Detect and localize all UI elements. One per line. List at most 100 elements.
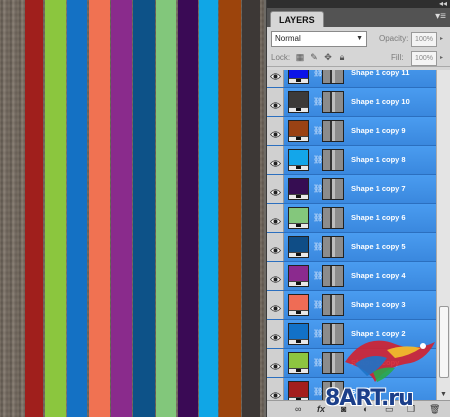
eye-icon	[269, 70, 282, 80]
mask-shape	[332, 70, 335, 83]
visibility-toggle[interactable]	[267, 320, 284, 348]
layer-row[interactable]: ⛓︎ Shape 1 copy 10	[267, 88, 436, 117]
fx-icon[interactable]: fx	[317, 404, 325, 414]
swatch-marker	[296, 369, 301, 372]
layer-name[interactable]: Shape 1 copy 5	[351, 233, 406, 261]
link-icon[interactable]: ∞	[295, 404, 301, 414]
visibility-toggle[interactable]	[267, 349, 284, 377]
layer-row[interactable]: ⛓︎ Shape 1 copy 5	[267, 233, 436, 262]
visibility-toggle[interactable]	[267, 117, 284, 145]
layer-name[interactable]: Shape 1 copy 8	[351, 146, 406, 174]
eye-icon	[269, 387, 282, 399]
panel-tab-row: LAYERS ▾≡	[267, 8, 450, 27]
swatch-marker	[296, 282, 301, 285]
stripe	[89, 0, 110, 417]
vector-mask-thumbnail[interactable]	[322, 207, 344, 229]
visibility-toggle[interactable]	[267, 204, 284, 232]
swatch-bar	[289, 78, 308, 83]
document-canvas[interactable]	[0, 0, 264, 417]
stripe	[133, 0, 155, 417]
layer-fill-swatch[interactable]	[288, 178, 309, 200]
stripe	[178, 0, 198, 417]
layer-fill-swatch[interactable]	[288, 120, 309, 142]
lock-all-icon[interactable]: 🔒︎	[337, 52, 347, 62]
blend-options-row: Normal ▼ Opacity: 100% ▸	[267, 29, 450, 49]
lock-transparency-icon[interactable]: ▦	[295, 52, 305, 62]
layer-fill-swatch[interactable]	[288, 207, 309, 229]
opacity-field[interactable]: 100%	[411, 32, 437, 47]
layer-fill-swatch[interactable]	[288, 149, 309, 171]
vector-mask-thumbnail[interactable]	[322, 149, 344, 171]
parrot-logo-icon	[345, 340, 435, 382]
eye-icon	[269, 155, 282, 167]
vector-mask-thumbnail[interactable]	[322, 178, 344, 200]
tab-layers[interactable]: LAYERS	[270, 11, 324, 27]
visibility-toggle[interactable]	[267, 378, 284, 400]
lock-position-icon[interactable]: ✥	[323, 52, 333, 62]
mask-shape	[332, 295, 335, 315]
visibility-toggle[interactable]	[267, 70, 284, 87]
panel-menu-icon[interactable]: ▾≡	[435, 11, 446, 22]
visibility-toggle[interactable]	[267, 146, 284, 174]
swatch-marker	[296, 166, 301, 169]
mask-shape	[332, 179, 335, 199]
layer-fill-swatch[interactable]	[288, 381, 309, 400]
layer-fill-swatch[interactable]	[288, 70, 309, 84]
vector-mask-thumbnail[interactable]	[322, 294, 344, 316]
vector-mask-thumbnail[interactable]	[322, 120, 344, 142]
vector-mask-thumbnail[interactable]	[322, 236, 344, 258]
vector-mask-thumbnail[interactable]	[322, 70, 344, 84]
layer-row[interactable]: ⛓︎ Shape 1 copy 7	[267, 175, 436, 204]
swatch-bar	[289, 368, 308, 373]
layer-fill-swatch[interactable]	[288, 352, 309, 374]
layer-fill-swatch[interactable]	[288, 236, 309, 258]
layer-name[interactable]: Shape 1 copy 9	[351, 117, 406, 145]
collapse-icon[interactable]: ◂◂	[439, 0, 447, 8]
fill-field[interactable]: 100%	[411, 51, 437, 66]
swatch-bar	[289, 252, 308, 257]
eye-icon	[269, 242, 282, 254]
stripe	[156, 0, 176, 417]
layer-fill-swatch[interactable]	[288, 294, 309, 316]
layer-fill-swatch[interactable]	[288, 91, 309, 113]
layer-row[interactable]: ⛓︎ Shape 1 copy 11	[267, 70, 436, 88]
layer-name[interactable]: Shape 1 copy 6	[351, 204, 406, 232]
vector-mask-thumbnail[interactable]	[322, 265, 344, 287]
lock-row: Lock: ▦ ✎ ✥ 🔒︎ Fill: 100% ▸	[267, 49, 450, 67]
stripe	[45, 0, 66, 417]
eye-icon	[269, 126, 282, 138]
layer-row[interactable]: ⛓︎ Shape 1 copy 4	[267, 262, 436, 291]
layer-row[interactable]: ⛓︎ Shape 1 copy 6	[267, 204, 436, 233]
visibility-toggle[interactable]	[267, 233, 284, 261]
opacity-arrow-icon[interactable]: ▸	[440, 32, 443, 47]
lock-brush-icon[interactable]: ✎	[309, 52, 319, 62]
layer-row[interactable]: ⛓︎ Shape 1 copy 9	[267, 117, 436, 146]
layer-name[interactable]: Shape 1 copy 7	[351, 175, 406, 203]
layer-row[interactable]: ⛓︎ Shape 1 copy 8	[267, 146, 436, 175]
layer-name[interactable]: Shape 1 copy 4	[351, 262, 406, 290]
swatch-bar	[289, 339, 308, 344]
blend-mode-select[interactable]: Normal ▼	[271, 31, 367, 47]
swatch-bar	[289, 310, 308, 315]
layer-fill-swatch[interactable]	[288, 265, 309, 287]
stripe	[242, 0, 260, 417]
visibility-toggle[interactable]	[267, 175, 284, 203]
blend-mode-value: Normal	[275, 34, 301, 43]
layer-fill-swatch[interactable]	[288, 323, 309, 345]
eye-icon	[269, 358, 282, 370]
layer-row[interactable]: ⛓︎ Shape 1 copy 3	[267, 291, 436, 320]
fill-arrow-icon[interactable]: ▸	[440, 51, 443, 66]
visibility-toggle[interactable]	[267, 88, 284, 116]
layer-name[interactable]: Shape 1 copy 11	[351, 70, 409, 87]
vector-mask-thumbnail[interactable]	[322, 91, 344, 113]
watermark-logo: 8ART.ru	[325, 322, 450, 417]
swatch-bar	[289, 107, 308, 112]
swatch-marker	[296, 195, 301, 198]
layer-name[interactable]: Shape 1 copy 10	[351, 88, 410, 116]
panel-title-bar[interactable]: ◂◂	[267, 0, 450, 8]
visibility-toggle[interactable]	[267, 291, 284, 319]
swatch-marker	[296, 340, 301, 343]
visibility-toggle[interactable]	[267, 262, 284, 290]
watermark-text: 8ART.ru	[325, 386, 414, 411]
layer-name[interactable]: Shape 1 copy 3	[351, 291, 406, 319]
